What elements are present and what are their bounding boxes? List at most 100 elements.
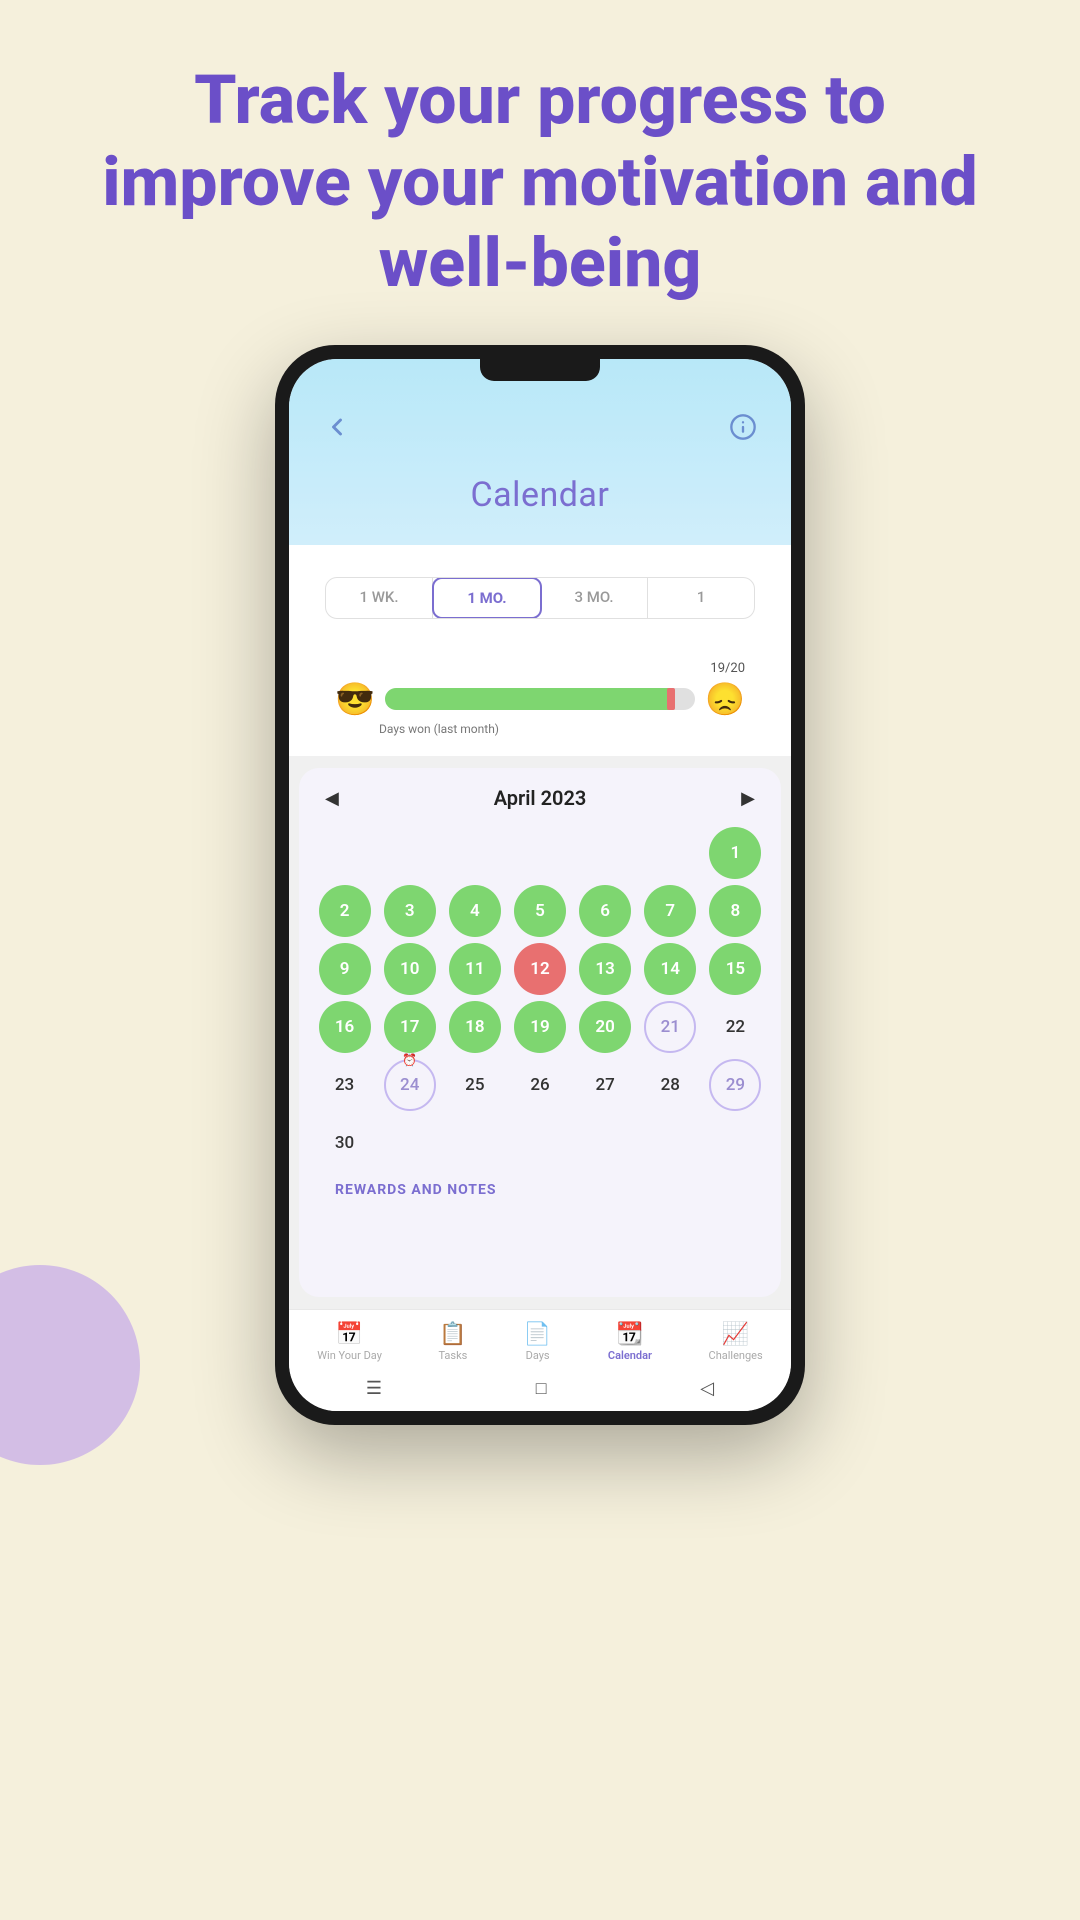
calendar-day-18[interactable]: 18 [449,1001,501,1053]
day-number: 3 [405,901,415,921]
nav-item-calendar[interactable]: 📆 Calendar [600,1318,660,1366]
calendar-day-9[interactable]: 9 [319,943,371,995]
bottom-nav: 📅Win Your Day 📋 Tasks 📄 Days 📆 Calendar 📈 Challe… [289,1309,791,1370]
calendar-day-4[interactable]: 4 [449,885,501,937]
nav-label-win: Win Your Day [317,1349,382,1362]
calendar-day-28[interactable]: 28 [644,1059,696,1111]
calendar-day-19[interactable]: 19 [514,1001,566,1053]
calendar-day-15[interactable]: 15 [709,943,761,995]
day-number: 19 [530,1017,549,1037]
page-wrapper: Track your progress to improve your moti… [0,0,1080,1425]
calendar-day-7[interactable]: 7 [644,885,696,937]
day-number: 23 [335,1075,354,1095]
calendar-day-1[interactable]: 1 [709,827,761,879]
info-button[interactable] [725,409,761,445]
day-number: 13 [595,959,614,979]
android-menu-button[interactable]: ☰ [366,1378,382,1399]
calendar-day-20[interactable]: 20 [579,1001,631,1053]
calendar-day-6[interactable]: 6 [579,885,631,937]
calendar-card: ◀ April 2023 ▶ 1234567891011121314151617… [299,768,781,1297]
progress-bar-container [385,688,695,710]
prev-month-button[interactable]: ◀ [315,784,349,813]
day-number: 7 [665,901,675,921]
day-number: 5 [535,901,545,921]
phone-notch [480,359,600,381]
emoji-bad: 😞 [705,680,745,718]
nav-icon-days: 📄 [524,1322,551,1347]
calendar-day-empty-1 [384,827,436,879]
period-tab-3mo[interactable]: 3 MO. [541,578,648,618]
day-number: 15 [726,959,745,979]
nav-label-days: Days [526,1349,550,1362]
day-number: 2 [340,901,350,921]
day-number: 20 [595,1017,614,1037]
calendar-day-5[interactable]: 5 [514,885,566,937]
day-number: 22 [726,1017,745,1037]
calendar-day-23[interactable]: 23 [319,1059,371,1111]
calendar-day-27[interactable]: 27 [579,1059,631,1111]
calendar-day-2[interactable]: 2 [319,885,371,937]
nav-icon-challenges: 📈 [722,1322,749,1347]
emoji-good: 😎 [335,680,375,718]
nav-item-tasks[interactable]: 📋 Tasks [430,1318,475,1366]
calendar-day-16[interactable]: 16 [319,1001,371,1053]
calendar-day-empty-0 [319,827,371,879]
progress-section: 19/20 😎 😞 Days won (last month) [315,647,765,746]
nav-label-tasks: Tasks [438,1349,467,1362]
day-number: 16 [335,1017,354,1037]
calendar-day-empty-2 [449,827,501,879]
back-button[interactable] [319,409,355,445]
day-number: 18 [465,1017,484,1037]
day-number: 10 [400,959,419,979]
period-tab-1mo[interactable]: 1 MO. [432,577,542,619]
calendar-day-8[interactable]: 8 [709,885,761,937]
calendar-day-17[interactable]: 17 [384,1001,436,1053]
day-number: 14 [661,959,680,979]
calendar-day-21[interactable]: 21 [644,1001,696,1053]
alarm-icon: ⏰ [402,1053,417,1067]
calendar-day-24[interactable]: ⏰24 [384,1059,436,1111]
nav-label-challenges: Challenges [709,1349,763,1362]
calendar-day-25[interactable]: 25 [449,1059,501,1111]
progress-score: 19/20 [335,661,745,676]
page-headline: Track your progress to improve your moti… [0,0,1080,345]
rewards-label[interactable]: REWARDS AND NOTES [335,1182,496,1198]
calendar-day-10[interactable]: 10 [384,943,436,995]
calendar-day-12[interactable]: 12 [514,943,566,995]
calendar-day-13[interactable]: 13 [579,943,631,995]
day-number: 4 [470,901,480,921]
period-selector-container: 1 WK.1 MO.3 MO.1 [289,545,791,641]
calendar-day-30[interactable]: 30 [319,1117,371,1169]
progress-bar-row: 😎 😞 [335,680,745,718]
nav-item-win[interactable]: 📅Win Your Day [309,1318,390,1366]
calendar-day-29[interactable]: 29 [709,1059,761,1111]
calendar-day-26[interactable]: 26 [514,1059,566,1111]
calendar-day-22[interactable]: 22 [709,1001,761,1053]
calendar-day-empty-5 [644,827,696,879]
day-number: 11 [465,959,484,979]
android-home-button[interactable]: □ [536,1378,547,1399]
android-back-button[interactable]: ◁ [700,1378,714,1399]
day-number: 30 [335,1133,354,1153]
nav-icon-tasks: 📋 [439,1322,466,1347]
calendar-day-3[interactable]: 3 [384,885,436,937]
progress-marker [667,688,675,710]
next-month-button[interactable]: ▶ [731,784,765,813]
app-header: Calendar [289,359,791,545]
nav-label-calendar: Calendar [608,1349,652,1362]
day-number: 8 [731,901,741,921]
header-nav [319,409,761,445]
app-title: Calendar [471,475,610,515]
calendar-day-empty-4 [579,827,631,879]
period-tab-1wk[interactable]: 1 WK. [326,578,433,618]
period-tab-1[interactable]: 1 [648,578,754,618]
nav-icon-calendar: 📆 [616,1322,643,1347]
day-number: 24 [400,1075,419,1095]
progress-label: Days won (last month) [379,722,745,736]
nav-item-challenges[interactable]: 📈 Challenges [701,1318,771,1366]
nav-item-days[interactable]: 📄 Days [516,1318,559,1366]
period-selector: 1 WK.1 MO.3 MO.1 [325,577,755,619]
calendar-day-11[interactable]: 11 [449,943,501,995]
phone-screen: Calendar 1 WK.1 MO.3 MO.1 19/20 😎 [289,359,791,1411]
calendar-day-14[interactable]: 14 [644,943,696,995]
